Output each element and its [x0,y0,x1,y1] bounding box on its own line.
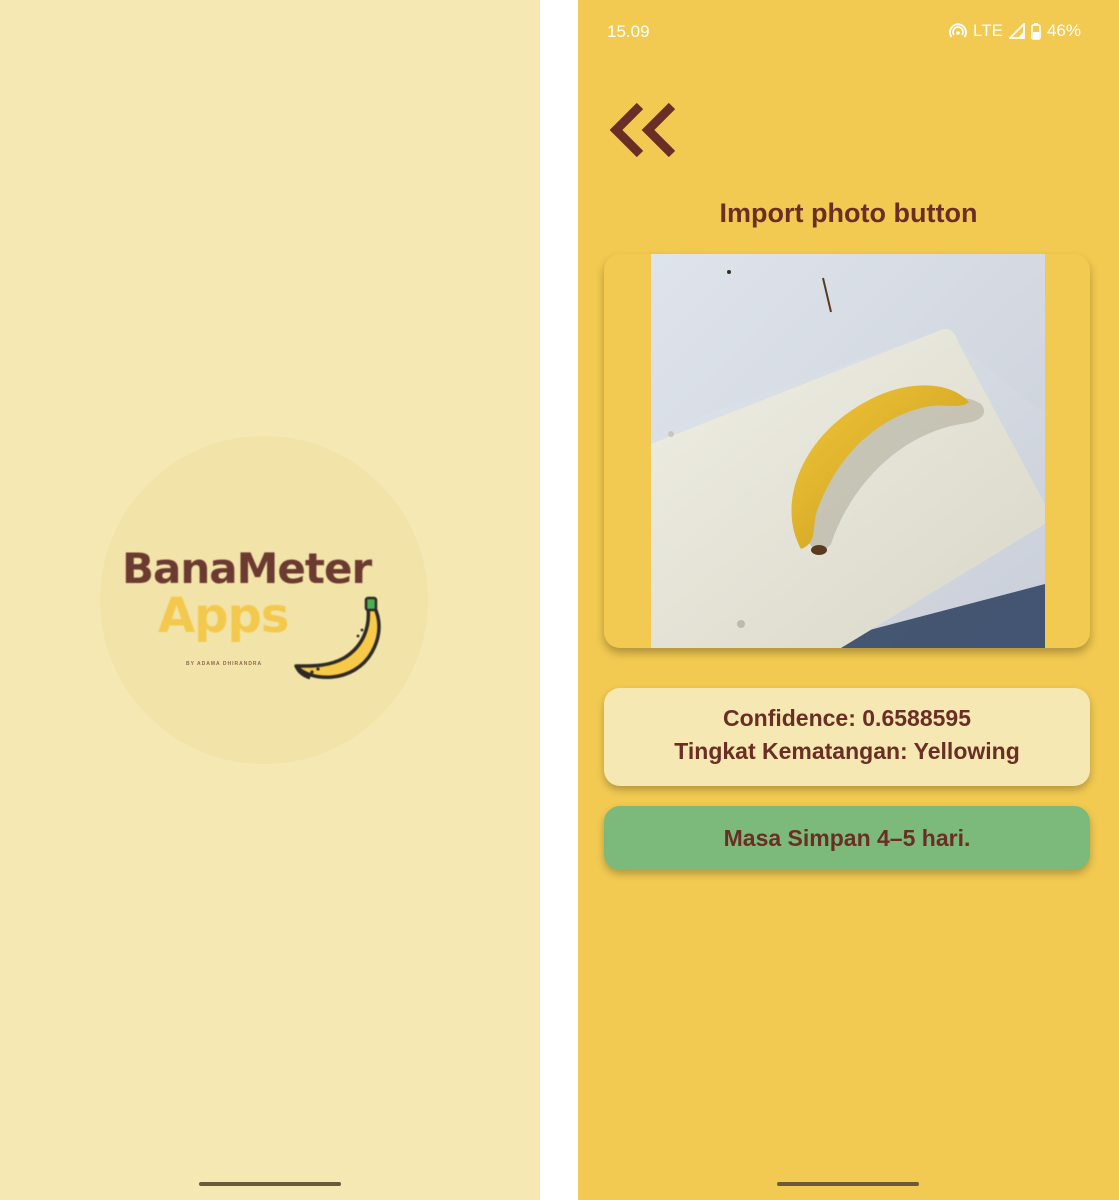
home-indicator[interactable] [777,1182,919,1186]
status-time: 15.09 [607,22,650,41]
back-button[interactable] [610,100,680,164]
brand-subtitle: Apps [158,588,289,644]
prediction-result-card: Confidence: 0.6588595 Tingkat Kematangan… [604,688,1090,786]
double-chevron-left-icon [610,102,676,158]
ripeness-text: Tingkat Kematangan: Yellowing [674,738,1020,764]
splash-screen: BanaMeter Apps BY ADAMA DHIRANDRA [0,0,540,1200]
hotspot-icon [949,23,967,38]
network-label: LTE [973,21,1003,40]
brand-name: BanaMeter [122,544,372,593]
photo-preview-card [604,254,1090,648]
signal-icon [1008,23,1025,39]
home-indicator[interactable] [199,1182,341,1186]
shelf-life-text: Masa Simpan 4–5 hari. [723,825,971,851]
status-icons: LTE 46% [949,21,1081,41]
battery-percent: 46% [1046,21,1081,40]
import-photo-button[interactable]: Import photo button [578,198,1119,229]
brand-tagline: BY ADAMA DHIRANDRA [186,661,263,667]
result-screen: 15.09 LTE 46% Import photo button Confid… [578,0,1119,1200]
banana-photo [651,254,1045,648]
shelf-life-card: Masa Simpan 4–5 hari. [604,806,1090,870]
battery-icon [1031,22,1041,40]
banana-logo-icon [294,596,381,680]
confidence-text: Confidence: 0.6588595 [722,705,971,731]
